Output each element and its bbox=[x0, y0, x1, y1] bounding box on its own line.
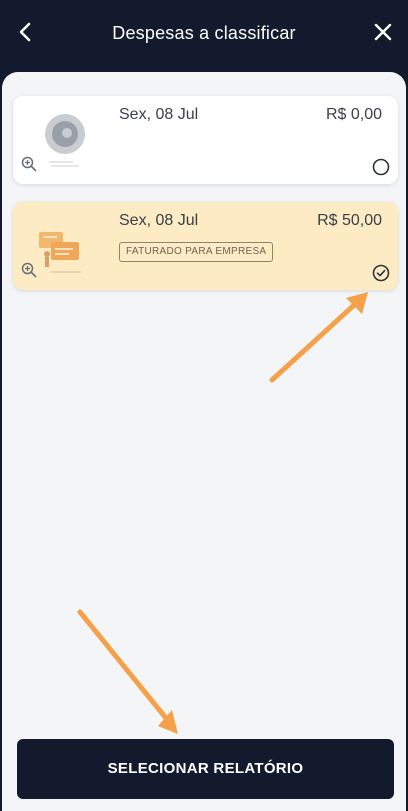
expense-amount: R$ 50,00 bbox=[317, 212, 382, 229]
selected-check-icon[interactable] bbox=[372, 264, 390, 282]
expense-card[interactable]: Sex, 08 Jul R$ 0,00 bbox=[13, 96, 398, 184]
expense-list: Sex, 08 Jul R$ 0,00 Sex, 08 Jul R$ 50,00… bbox=[2, 72, 406, 811]
close-icon[interactable] bbox=[370, 19, 396, 45]
expense-amount: R$ 0,00 bbox=[325, 106, 382, 123]
unselected-radio-icon[interactable] bbox=[372, 158, 390, 176]
expense-date: Sex, 08 Jul bbox=[119, 212, 199, 229]
expense-card-selected[interactable]: Sex, 08 Jul R$ 50,00 FATURADO PARA EMPRE… bbox=[13, 202, 398, 290]
zoom-in-icon[interactable] bbox=[21, 156, 37, 172]
app-header: Despesas a classificar bbox=[0, 0, 408, 70]
select-report-button[interactable]: SELECIONAR RELATÓRIO bbox=[17, 739, 394, 799]
zoom-in-icon[interactable] bbox=[21, 262, 37, 278]
expense-date: Sex, 08 Jul bbox=[119, 106, 199, 123]
page-title: Despesas a classificar bbox=[112, 23, 296, 43]
billing-badge: FATURADO PARA EMPRESA bbox=[119, 242, 274, 262]
